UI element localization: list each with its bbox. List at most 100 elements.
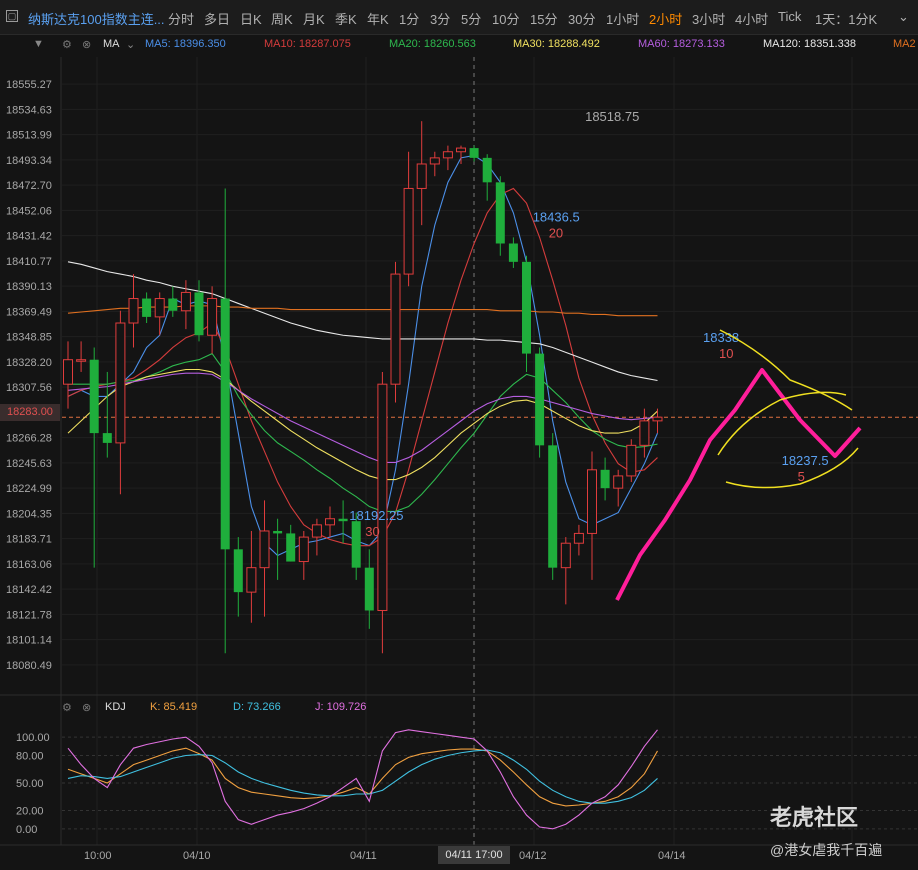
price-annotation: 18192.25: [349, 508, 403, 523]
y-tick-label: 18163.06: [6, 559, 52, 571]
candle-body: [154, 298, 165, 318]
candle-body: [325, 518, 335, 526]
kdj-tick-label: 20.00: [16, 806, 44, 818]
candle-body: [76, 359, 87, 362]
price-annotation: 18518.75: [585, 109, 639, 124]
candle-body: [495, 182, 505, 244]
candle-body: [180, 291, 191, 312]
y-tick-label: 18121.78: [6, 609, 52, 621]
candle-body: [259, 530, 270, 569]
kdj-label[interactable]: KDJ: [105, 701, 126, 713]
y-tick-label: 18204.35: [6, 508, 52, 520]
y-tick-label: 18555.27: [6, 79, 52, 91]
y-tick-label: 18431.42: [6, 231, 52, 243]
candle-body: [273, 530, 283, 534]
y-tick-label: 18534.63: [6, 104, 52, 116]
ma-line-MA60: [67, 372, 658, 464]
x-tick-label: 04/14: [658, 850, 686, 862]
x-tick-label: 04/11: [350, 850, 377, 862]
y-tick-label: 18328.20: [6, 357, 52, 369]
y-tick-label: 18183.71: [6, 534, 52, 546]
x-tick-label: 10:00: [84, 850, 112, 862]
candle-body: [456, 147, 466, 153]
candle-body: [600, 469, 610, 489]
candle-body: [311, 524, 322, 538]
candle-body: [338, 518, 348, 522]
candle-body: [535, 353, 545, 446]
kdj-tick-label: 100.00: [16, 732, 50, 744]
y-tick-label: 18224.99: [6, 483, 52, 495]
candle-body: [508, 243, 518, 262]
y-tick-label: 18101.14: [6, 635, 52, 647]
crosshair-time-label: 04/11 17:00: [438, 846, 510, 864]
candle-body: [351, 521, 361, 568]
candle-body: [377, 383, 388, 611]
candle-body: [364, 567, 374, 611]
candle-body: [613, 475, 624, 489]
candle-body: [128, 298, 139, 324]
kdj-value-2: J: 109.726: [315, 701, 367, 713]
candle-body: [89, 359, 99, 434]
annotation-count: 5: [798, 469, 805, 484]
kdj-tick-label: 50.00: [16, 778, 44, 790]
candle-body: [548, 445, 558, 568]
candle-body: [482, 157, 492, 183]
price-annotation: 18436.5: [533, 209, 580, 224]
price-annotation: 18237.5: [782, 453, 829, 468]
candle-body: [522, 261, 531, 354]
candle-body: [220, 298, 230, 550]
y-tick-label: 18307.56: [6, 382, 52, 394]
candle-body: [286, 533, 296, 562]
annotation-count: 20: [549, 225, 563, 240]
kdj-tick-label: 0.00: [16, 824, 37, 836]
kdj-line-K: [67, 747, 658, 807]
kdj-tick-label: 80.00: [16, 751, 44, 763]
y-tick-label: 18390.13: [6, 281, 52, 293]
y-tick-label: 18266.28: [6, 433, 52, 445]
settings-icon[interactable]: ⚙: [62, 701, 72, 714]
y-tick-label: 18472.70: [6, 180, 52, 192]
candle-body: [626, 444, 637, 477]
current-price-chip: 18283.00: [0, 404, 60, 421]
candle-body: [469, 148, 479, 158]
y-tick-label: 18080.49: [6, 660, 52, 672]
kdj-value-1: D: 73.266: [233, 701, 281, 713]
candle-body: [142, 298, 152, 317]
y-tick-label: 18452.06: [6, 205, 52, 217]
y-tick-label: 18513.99: [6, 130, 52, 142]
x-tick-label: 04/12: [519, 850, 547, 862]
candle-body: [298, 536, 309, 563]
annotation-count: 30: [365, 524, 379, 539]
author-tag: @港女虐我千百遍: [770, 842, 883, 858]
candle-body: [246, 567, 257, 593]
candle-body: [652, 416, 663, 422]
candle-body: [573, 532, 584, 544]
y-tick-label: 18410.77: [6, 256, 52, 268]
candle-body: [194, 292, 204, 336]
close-icon[interactable]: ⊗: [82, 701, 91, 714]
candle-body: [416, 163, 427, 189]
y-tick-label: 18245.63: [6, 458, 52, 470]
y-tick-label: 18348.85: [6, 332, 52, 344]
candle-body: [63, 359, 73, 385]
annotation-count: 10: [719, 346, 733, 361]
candle-body: [102, 433, 112, 443]
price-chart[interactable]: 18555.27 18534.63 18513.99 18493.34 18472.70…: [0, 0, 918, 870]
y-tick-label: 18493.34: [6, 155, 52, 167]
watermark: 老虎社区: [770, 805, 859, 830]
candle-body: [639, 420, 650, 446]
kdj-line-D: [67, 749, 658, 804]
candle-body: [429, 157, 440, 165]
candle-body: [587, 469, 597, 534]
candle-body: [207, 298, 218, 336]
candle-body: [115, 322, 126, 444]
kdj-legend-bar: ⚙ ⊗ KDJ K: 85.419 D: 73.266 J: 109.726: [0, 698, 918, 716]
kdj-value-0: K: 85.419: [150, 701, 198, 713]
y-tick-label: 18142.42: [6, 584, 52, 596]
candle-body: [233, 549, 243, 593]
candle-body: [560, 542, 571, 569]
candle-body: [442, 151, 453, 159]
kdj-line-J: [67, 729, 658, 830]
y-tick-label: 18369.49: [6, 306, 52, 318]
x-tick-label: 04/10: [183, 850, 211, 862]
